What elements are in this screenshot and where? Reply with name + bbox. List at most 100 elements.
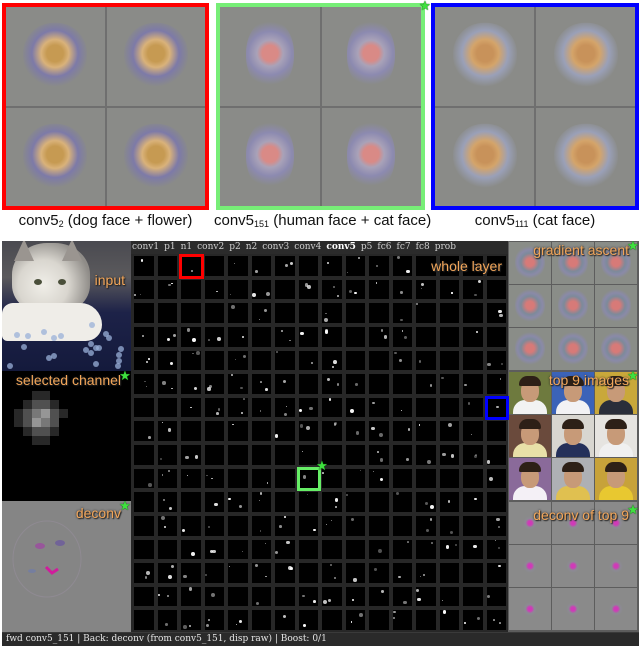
unit-cell[interactable] — [157, 256, 177, 276]
unit-cell[interactable] — [486, 610, 506, 630]
unit-cell[interactable] — [275, 586, 295, 607]
layer-tab-p1[interactable]: p1 — [164, 241, 176, 253]
layer-tab-p5[interactable]: p5 — [361, 241, 373, 253]
unit-cell[interactable] — [251, 563, 271, 583]
unit-cell[interactable] — [439, 303, 459, 323]
unit-cell[interactable] — [157, 445, 177, 465]
unit-cell[interactable] — [463, 468, 483, 489]
unit-cell[interactable] — [228, 350, 248, 371]
unit-cell[interactable] — [181, 515, 201, 536]
unit-cell[interactable] — [181, 492, 201, 512]
unit-cell[interactable] — [439, 445, 459, 465]
unit-cell[interactable] — [204, 563, 224, 583]
unit-cell[interactable] — [392, 468, 412, 489]
unit-cell[interactable] — [181, 586, 201, 607]
unit-cell[interactable] — [439, 279, 459, 300]
unit-cell[interactable] — [251, 350, 271, 371]
unit-cell[interactable] — [345, 350, 365, 371]
unit-cell[interactable] — [486, 586, 506, 607]
unit-cell[interactable] — [228, 563, 248, 583]
unit-cell[interactable] — [416, 374, 436, 394]
unit-cell[interactable] — [251, 586, 271, 607]
unit-cell[interactable] — [486, 421, 506, 441]
unit-cell[interactable] — [275, 256, 295, 276]
unit-cell[interactable] — [134, 256, 154, 276]
unit-cell[interactable] — [204, 445, 224, 465]
unit-cell[interactable] — [134, 326, 154, 347]
unit-cell[interactable] — [369, 492, 389, 512]
unit-cell[interactable] — [463, 374, 483, 394]
unit-cell[interactable] — [322, 256, 342, 276]
unit-cell[interactable] — [392, 492, 412, 512]
unit-cell[interactable] — [275, 468, 295, 489]
unit-cell[interactable] — [204, 539, 224, 560]
unit-cell[interactable] — [134, 397, 154, 418]
unit-cell[interactable] — [204, 586, 224, 607]
unit-cell[interactable] — [275, 350, 295, 371]
unit-cell[interactable] — [439, 397, 459, 418]
unit-cell[interactable] — [322, 610, 342, 630]
unit-cell[interactable] — [204, 326, 224, 347]
unit-cell[interactable] — [204, 492, 224, 512]
layer-tab-conv3[interactable]: conv3 — [262, 241, 289, 253]
unit-cell[interactable] — [416, 563, 436, 583]
unit-cell[interactable] — [298, 279, 318, 300]
layer-tab-conv1[interactable]: conv1 — [132, 241, 159, 253]
unit-cell[interactable] — [322, 539, 342, 560]
unit-cell[interactable] — [181, 539, 201, 560]
unit-cell[interactable] — [228, 468, 248, 489]
unit-cell[interactable] — [204, 610, 224, 630]
unit-cell[interactable] — [228, 492, 248, 512]
unit-cell[interactable] — [345, 586, 365, 607]
layer-tab-conv5[interactable]: conv5 — [326, 241, 356, 253]
unit-cell[interactable] — [486, 326, 506, 347]
unit-cell[interactable] — [392, 350, 412, 371]
unit-cell[interactable] — [134, 610, 154, 630]
highlight-box-conv5-2[interactable] — [179, 254, 204, 279]
unit-cell[interactable] — [439, 326, 459, 347]
unit-cell[interactable] — [134, 445, 154, 465]
unit-cell[interactable] — [157, 468, 177, 489]
unit-cell[interactable] — [463, 326, 483, 347]
unit-cell[interactable] — [486, 445, 506, 465]
unit-cell[interactable] — [298, 515, 318, 536]
unit-cell[interactable] — [275, 610, 295, 630]
top-9-images-pane[interactable]: top 9 images ★ — [508, 371, 639, 501]
unit-cell[interactable] — [181, 468, 201, 489]
unit-cell[interactable] — [416, 279, 436, 300]
unit-cell[interactable] — [298, 586, 318, 607]
unit-cell[interactable] — [369, 563, 389, 583]
unit-cell[interactable] — [298, 326, 318, 347]
highlight-box-conv5-111[interactable] — [484, 395, 509, 421]
unit-cell[interactable] — [275, 397, 295, 418]
unit-cell[interactable] — [157, 397, 177, 418]
unit-cell[interactable] — [228, 610, 248, 630]
unit-cell[interactable] — [345, 445, 365, 465]
unit-cell[interactable] — [251, 421, 271, 441]
unit-cell[interactable] — [134, 279, 154, 300]
unit-cell[interactable] — [369, 539, 389, 560]
unit-cell[interactable] — [416, 445, 436, 465]
unit-cell[interactable] — [251, 610, 271, 630]
unit-cell[interactable] — [134, 374, 154, 394]
unit-cell[interactable] — [392, 445, 412, 465]
unit-cell[interactable] — [275, 303, 295, 323]
unit-cell[interactable] — [392, 374, 412, 394]
unit-cell[interactable] — [486, 492, 506, 512]
unit-cell[interactable] — [251, 326, 271, 347]
unit-cell[interactable] — [204, 279, 224, 300]
unit-cell[interactable] — [369, 374, 389, 394]
unit-cell[interactable] — [298, 256, 318, 276]
unit-cell[interactable] — [392, 610, 412, 630]
layer-tab-fc8[interactable]: fc8 — [416, 241, 430, 253]
unit-cell[interactable] — [275, 326, 295, 347]
unit-cell[interactable] — [181, 374, 201, 394]
unit-cell[interactable] — [345, 610, 365, 630]
unit-cell[interactable] — [369, 326, 389, 347]
unit-cell[interactable] — [345, 563, 365, 583]
unit-cell[interactable] — [134, 468, 154, 489]
unit-cell[interactable] — [181, 445, 201, 465]
unit-cell[interactable] — [322, 515, 342, 536]
unit-cell[interactable] — [416, 421, 436, 441]
unit-cell[interactable] — [345, 279, 365, 300]
